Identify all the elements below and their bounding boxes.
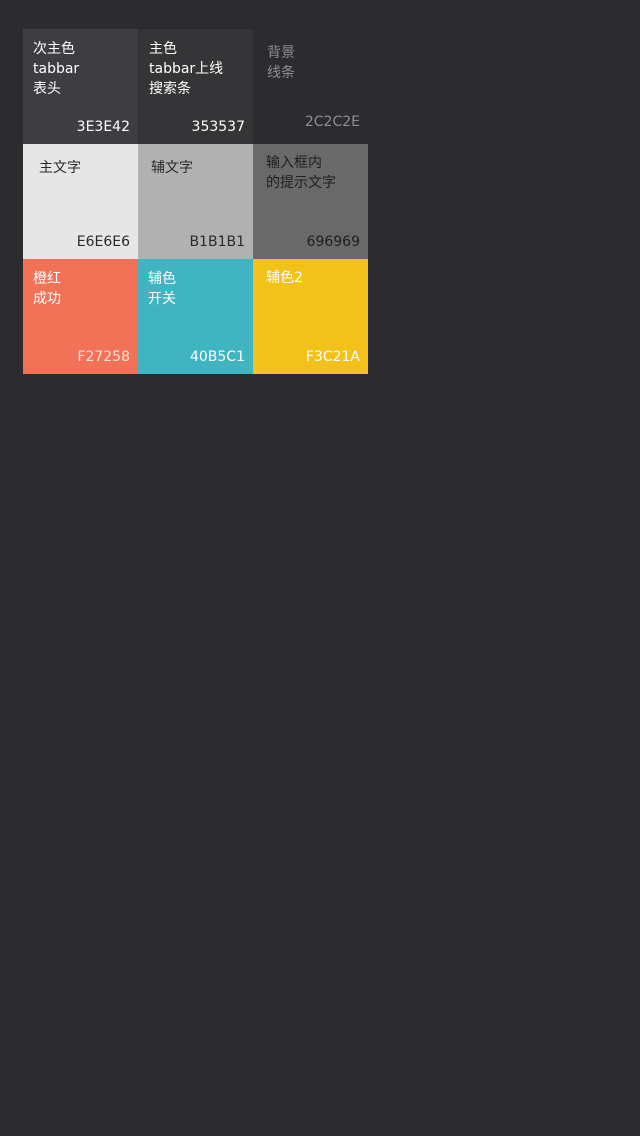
swatch-hex: E6E6E6	[76, 234, 130, 250]
swatch-hex: 2C2C2E	[304, 114, 360, 130]
swatch-accent: 辅色 开关 40B5C1	[138, 259, 253, 374]
swatch-label: 主文字	[39, 160, 81, 176]
swatch-secondary-primary: 次主色 tabbar 表头 3E3E42	[23, 29, 138, 144]
swatch-label: 次主色 tabbar 表头	[33, 41, 80, 97]
swatch-background: 背景 线条 2C2C2E	[253, 29, 368, 144]
swatch-accent-2: 辅色2 F3C21A	[253, 259, 368, 374]
swatch-primary: 主色 tabbar上线 搜索条 353537	[138, 29, 253, 144]
swatch-hex: 40B5C1	[189, 349, 245, 365]
swatch-label: 辅色 开关	[148, 271, 176, 307]
swatch-main-text: 主文字 E6E6E6	[23, 144, 138, 259]
swatch-hex: F27258	[77, 349, 130, 365]
swatch-placeholder-text: 输入框内 的提示文字 696969	[253, 144, 368, 259]
swatch-hex: 696969	[306, 234, 360, 250]
swatch-hex: 353537	[191, 119, 245, 135]
swatch-label: 橙红 成功	[33, 271, 61, 307]
swatch-label: 输入框内 的提示文字	[266, 155, 336, 191]
swatch-label: 主色 tabbar上线 搜索条	[149, 41, 224, 97]
swatch-hex: B1B1B1	[189, 234, 245, 250]
color-palette-grid: 次主色 tabbar 表头 3E3E42 主色 tabbar上线 搜索条 353…	[23, 29, 368, 374]
swatch-secondary-text: 辅文字 B1B1B1	[138, 144, 253, 259]
swatch-label: 背景 线条	[267, 45, 295, 81]
swatch-hex: 3E3E42	[76, 119, 130, 135]
swatch-hex: F3C21A	[305, 349, 360, 365]
swatch-orange-red: 橙红 成功 F27258	[23, 259, 138, 374]
swatch-label: 辅色2	[266, 270, 303, 286]
swatch-label: 辅文字	[151, 160, 193, 176]
